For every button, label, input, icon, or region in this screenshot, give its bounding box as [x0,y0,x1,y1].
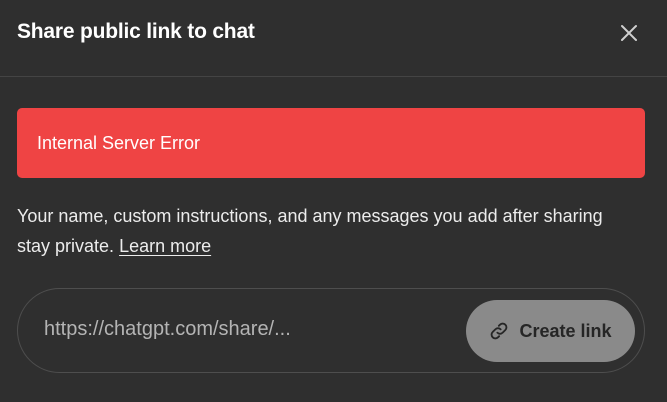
dialog-title: Share public link to chat [17,20,255,43]
create-link-button[interactable]: Create link [466,300,635,362]
share-url-text: https://chatgpt.com/share/... [44,318,291,340]
privacy-info: Your name, custom instructions, and any … [17,201,637,261]
share-link-field: https://chatgpt.com/share/... Create lin… [17,288,645,373]
close-button[interactable] [612,16,646,50]
dialog-header: Share public link to chat [0,0,667,77]
link-icon [489,321,509,341]
learn-more-link[interactable]: Learn more [119,236,211,256]
privacy-info-text: Your name, custom instructions, and any … [17,206,603,256]
close-icon [621,25,637,41]
share-dialog: Share public link to chat Internal Serve… [0,0,667,402]
error-message: Internal Server Error [37,133,201,153]
create-link-label: Create link [519,320,612,341]
error-banner: Internal Server Error [17,108,645,178]
